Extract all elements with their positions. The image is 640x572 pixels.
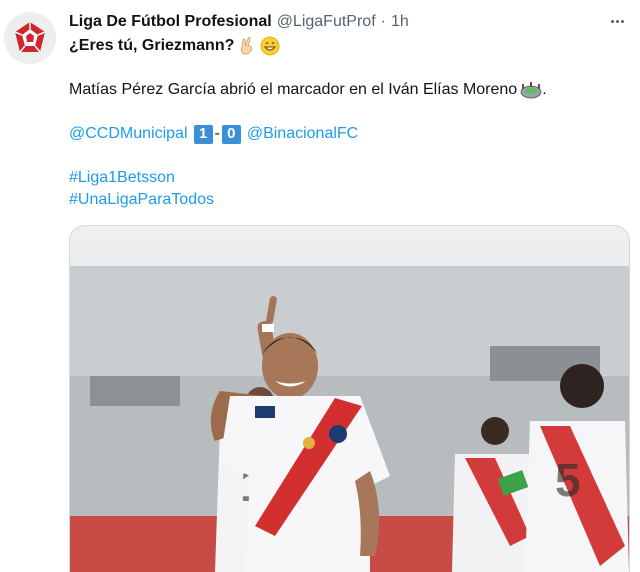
svg-text:5: 5 [555,454,581,506]
football-photo: 17 5 [70,226,629,572]
liga1-logo-icon [14,22,46,53]
tweet-text: ¿Eres tú, Griezmann? Matías Pérez García… [69,35,629,211]
stadium-icon [520,82,542,99]
tweet-line-1: ¿Eres tú, Griezmann? [69,37,235,54]
tweet-photo[interactable]: 17 5 [69,225,630,572]
user-handle[interactable]: @LigaFutProf [277,13,376,31]
timestamp[interactable]: 1h [391,13,409,31]
tweet-header: Liga De Fútbol Profesional @LigaFutProf … [69,11,409,33]
mention-away-team[interactable]: @BinacionalFC [247,123,358,145]
separator-dot: · [380,13,386,30]
tweet-line-2: Matías Pérez García abrió el marcador en… [69,81,518,98]
mention-home-team[interactable]: @CCDMunicipal [69,123,188,145]
more-options-icon [610,19,614,23]
hashtag-liga1[interactable]: #Liga1Betsson [69,167,175,189]
avatar[interactable] [4,12,56,64]
tweet[interactable]: Liga De Fútbol Profesional @LigaFutProf … [0,0,640,572]
score-home: 1 [193,124,213,144]
score-away: 0 [221,124,241,144]
tweet-line-2-end: . [542,81,547,98]
score-separator: - [214,125,220,142]
grinning-face-icon [260,36,280,56]
display-name[interactable]: Liga De Fútbol Profesional [69,13,272,31]
hashtag-unaliga[interactable]: #UnaLigaParaTodos [69,189,214,211]
more-options-button[interactable] [606,10,628,32]
victory-hand-icon [241,37,253,55]
